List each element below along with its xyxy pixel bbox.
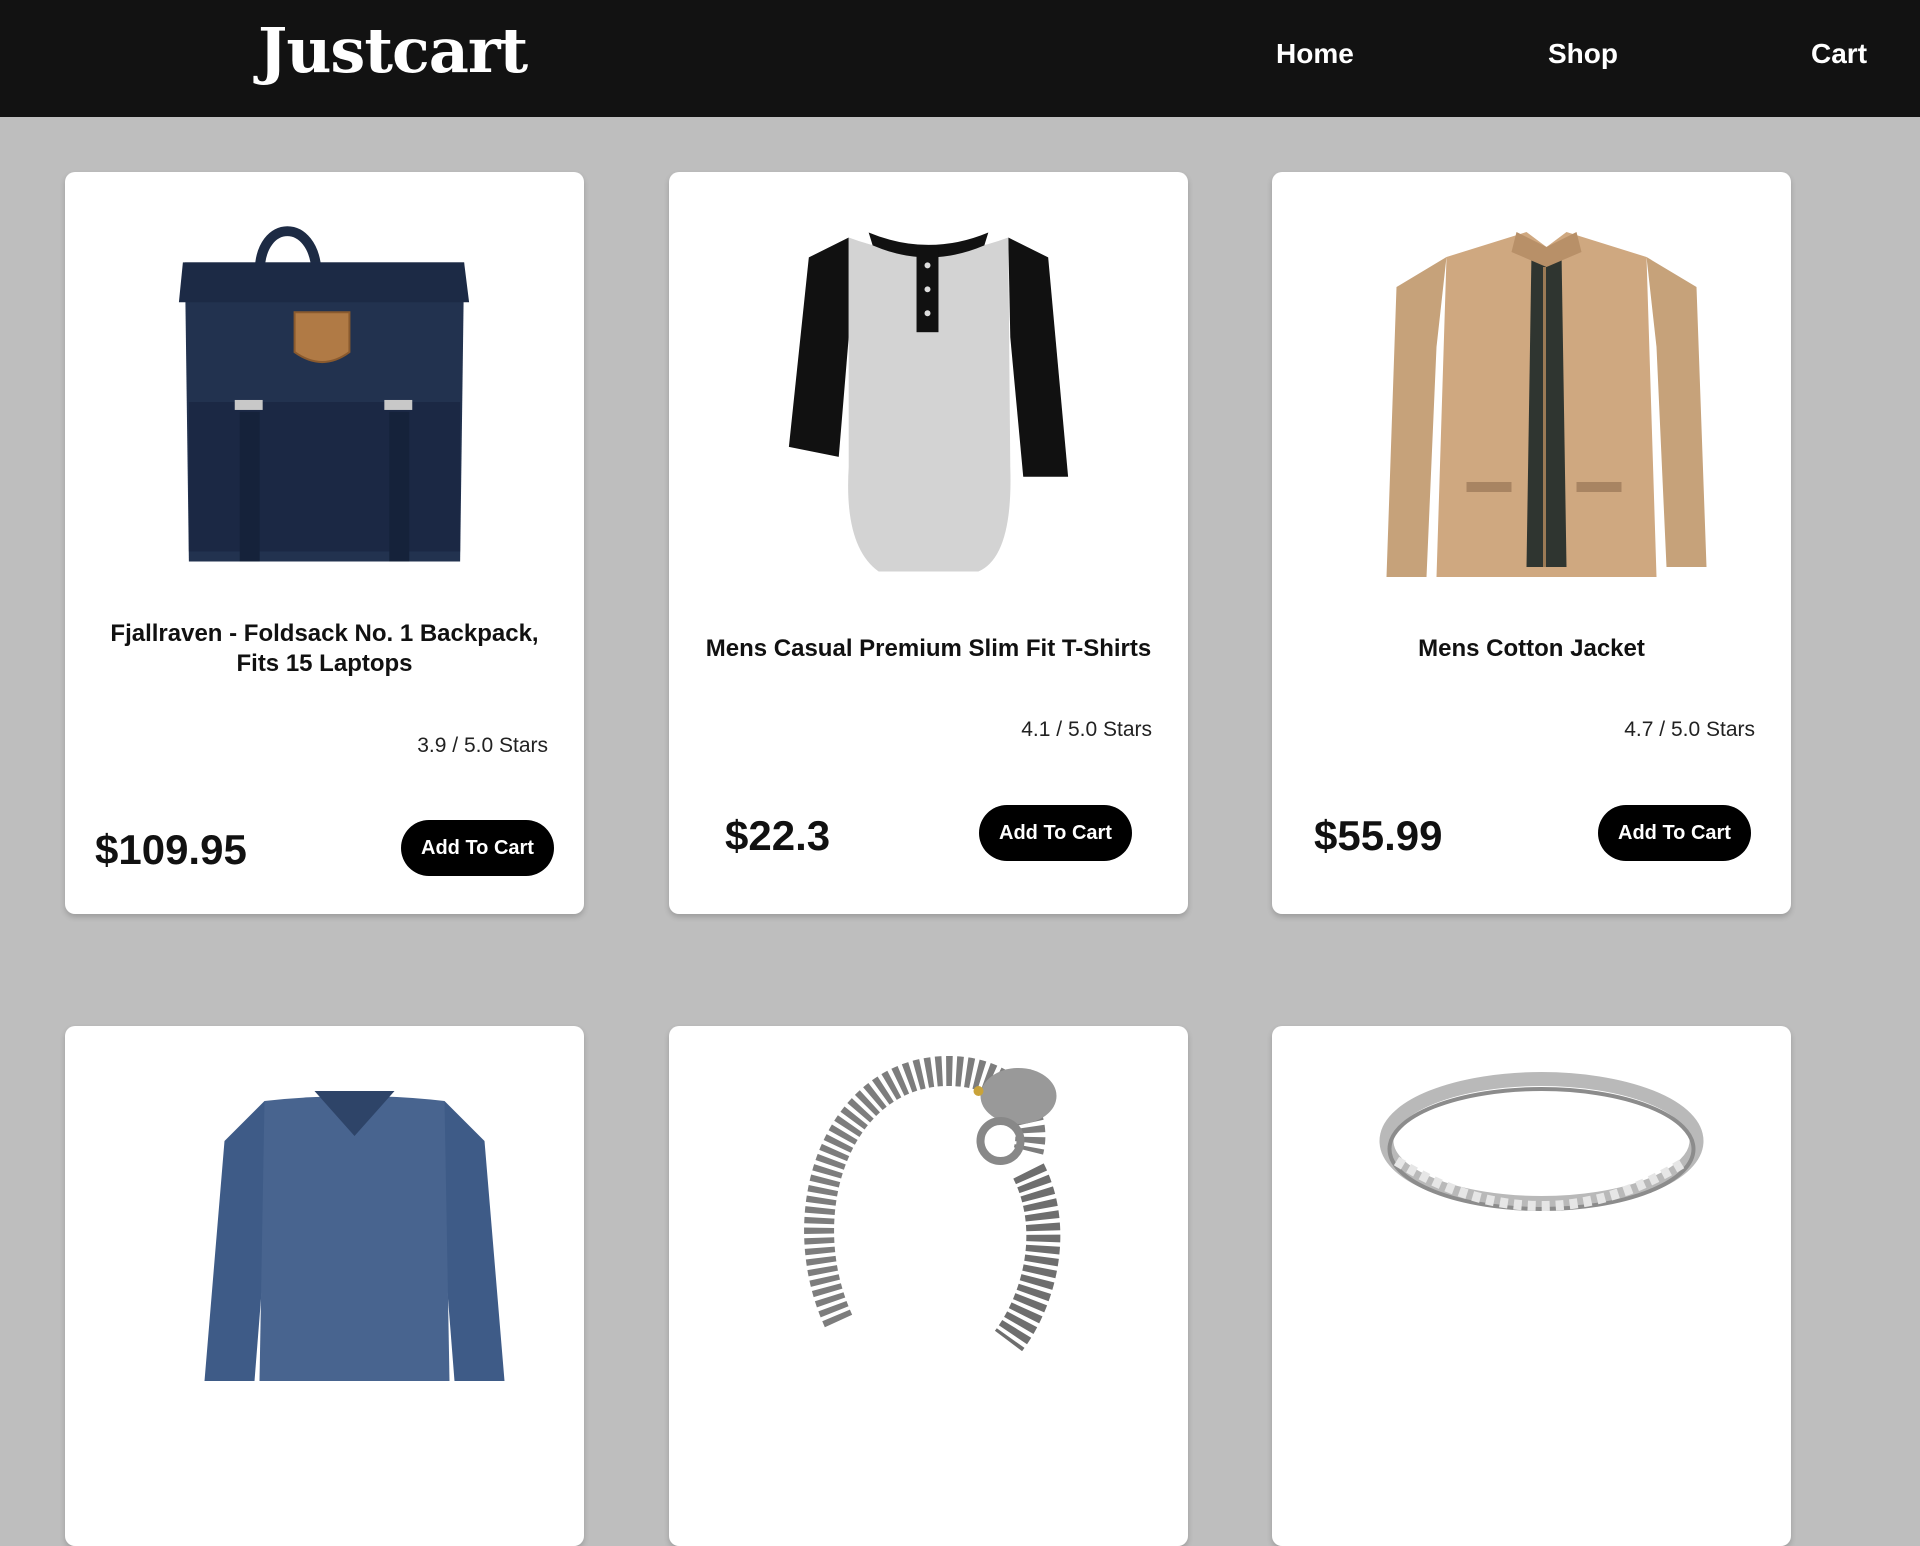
top-navbar: Justcart Home Shop Cart: [0, 0, 1920, 117]
tshirt-image[interactable]: [749, 217, 1108, 587]
add-to-cart-button[interactable]: Add To Cart: [401, 820, 554, 876]
nav-shop-link[interactable]: Shop: [1548, 38, 1618, 70]
add-to-cart-button[interactable]: Add To Cart: [1598, 805, 1751, 861]
product-price: $55.99: [1314, 812, 1443, 859]
product-card: Mens Casual Premium Slim Fit T-Shirts 4.…: [669, 172, 1188, 914]
silver-ring-image[interactable]: [1362, 1051, 1721, 1251]
nav-cart-link[interactable]: Cart: [1811, 38, 1867, 70]
long-sleeve-shirt-image[interactable]: [175, 1081, 534, 1381]
product-card: Mens Cotton Jacket 4.7 / 5.0 Stars $55.9…: [1272, 172, 1791, 914]
product-rating: 4.1 / 5.0 Stars: [1021, 718, 1152, 741]
product-rating: 4.7 / 5.0 Stars: [1624, 718, 1755, 741]
jacket-image[interactable]: [1367, 227, 1726, 587]
product-price: $109.95: [95, 826, 247, 873]
product-title[interactable]: Mens Cotton Jacket: [1302, 634, 1761, 664]
add-to-cart-button[interactable]: Add To Cart: [979, 805, 1132, 861]
product-rating: 3.9 / 5.0 Stars: [417, 734, 548, 757]
product-title[interactable]: Mens Casual Premium Slim Fit T-Shirts: [699, 634, 1158, 664]
product-card: [1272, 1026, 1791, 1546]
dragon-bracelet-image[interactable]: [759, 1051, 1118, 1351]
nav-home-link[interactable]: Home: [1276, 38, 1354, 70]
brand-logo[interactable]: Justcart: [258, 14, 528, 87]
product-title[interactable]: Fjallraven - Foldsack No. 1 Backpack, Fi…: [95, 619, 554, 679]
product-price: $22.3: [725, 812, 831, 859]
product-card: [65, 1026, 584, 1546]
backpack-image[interactable]: [145, 202, 504, 572]
product-card: Fjallraven - Foldsack No. 1 Backpack, Fi…: [65, 172, 584, 914]
product-card: [669, 1026, 1188, 1546]
